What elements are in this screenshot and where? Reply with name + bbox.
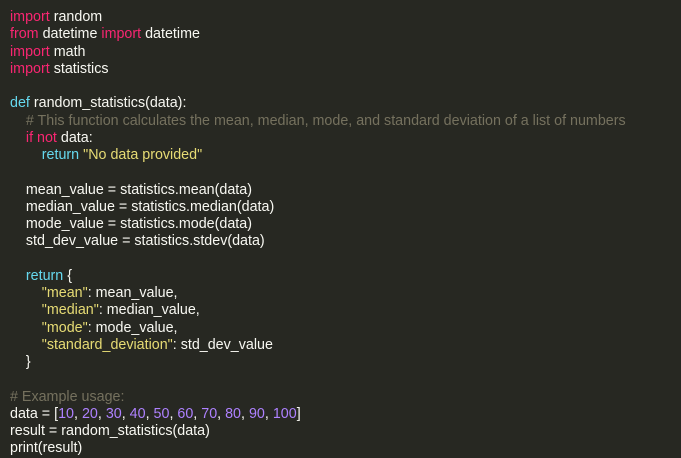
code-token: "mean" [41,285,88,301]
code-line: "mean": mean_value, [10,285,681,302]
code-token: : mode_value, [87,319,178,336]
code-line: "standard_deviation": std_dev_value [10,337,681,354]
code-token: , [241,405,249,422]
code-token: # Example usage: [10,388,125,405]
code-token: from [10,26,39,43]
code-token: } [10,354,31,370]
code-line: return "No data provided" [10,147,681,164]
code-token: import [10,9,50,25]
code-token: import [10,60,50,77]
code-line: median_value = statistics.median(data) [10,199,681,216]
code-line: from datetime import datetime [10,26,681,43]
code-token: , [121,405,130,422]
code-token: def [10,95,34,112]
code-token: "No data provided" [83,147,203,163]
code-token: datetime [38,26,102,43]
code-token: , [74,405,82,422]
code-line: mean_value = statistics.mean(data) [10,182,681,199]
code-token: mean_value = statistics.mean(data) [10,181,252,198]
code-token: if [25,129,34,146]
code-token: result = random_statistics(data) [10,423,210,439]
code-line: data = [10, 20, 30, 40, 50, 60, 70, 80, … [10,406,681,423]
code-line: "median": median_value, [10,302,681,319]
code-token: , [97,405,106,422]
code-token: "median" [41,302,99,319]
code-token: return [25,267,64,284]
code-token: median_value = statistics.median(data) [10,198,275,215]
code-token: data = [ [10,405,59,422]
code-line: def random_statistics(data): [10,95,681,112]
code-line: # This function calculates the mean, med… [10,113,681,130]
code-line: return { [10,268,681,285]
code-line: # Example usage: [10,389,681,406]
code-token: 30 [105,405,122,422]
code-token: random [49,9,103,25]
code-token: : mean_value, [87,285,178,301]
code-token: statistics [49,60,109,77]
code-token: "mode" [41,319,88,336]
code-token: import [101,26,142,43]
code-token: 60 [177,405,194,422]
code-token: std_dev_value = statistics.stdev(data) [10,233,265,250]
code-line: if not data: [10,130,681,147]
code-token: 50 [153,405,170,422]
code-token: return [41,147,80,163]
code-token: datetime [141,26,200,43]
code-token: , [217,405,226,422]
code-token: import [10,43,50,60]
code-token: print(result) [10,440,83,457]
code-token: 70 [201,405,218,422]
code-token: , [264,405,273,422]
code-token: 40 [129,405,146,422]
code-token: data: [56,129,93,146]
code-token: not [37,129,57,146]
code-token: 20 [81,405,98,422]
code-editor[interactable]: import random from datetime import dateti… [0,0,681,456]
code-token: 90 [248,405,265,422]
code-line: } [10,354,681,371]
code-token: math [49,43,86,60]
code-token: # This function calculates the mean, med… [25,112,626,129]
code-token: ] [296,405,301,422]
code-token: "standard_deviation" [41,336,173,353]
code-token: : median_value, [98,302,200,319]
code-token: random_statistics(data): [33,95,187,112]
code-line: print(result) [10,440,681,457]
code-token: mode_value = statistics.mode(data) [10,216,252,232]
code-token: , [145,405,154,422]
code-line: std_dev_value = statistics.stdev(data) [10,233,681,250]
code-token: 80 [225,405,242,422]
code-token: 100 [272,405,297,422]
code-line: mode_value = statistics.mode(data) [10,216,681,233]
code-token: { [63,267,72,284]
code-token: 10 [58,405,74,422]
code-token: : std_dev_value [172,336,273,353]
code-line: import random [10,9,681,26]
code-line: import statistics [10,61,681,78]
code-line: import math [10,44,681,61]
code-line: "mode": mode_value, [10,320,681,337]
code-line: result = random_statistics(data) [10,423,681,440]
